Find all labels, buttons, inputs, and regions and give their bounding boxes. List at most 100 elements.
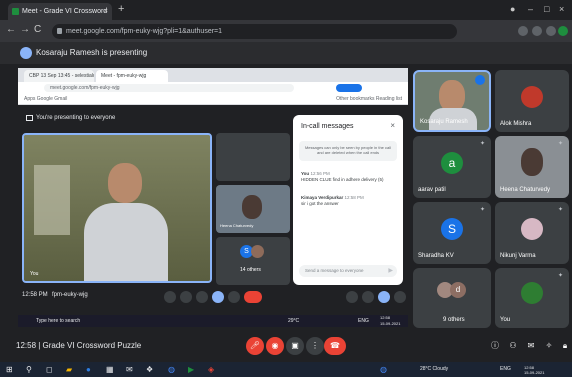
- heena-head: [242, 195, 262, 219]
- file-explorer-icon[interactable]: ▰: [66, 364, 72, 375]
- tile-name: Heena Chaturvedy: [500, 187, 551, 193]
- tile-heena-chaturvedy[interactable]: ✦ Heena Chaturvedy: [495, 136, 569, 198]
- bookmark-star-icon[interactable]: [532, 26, 542, 36]
- shared-cc-button: [196, 291, 208, 303]
- end-call-button[interactable]: ☎: [324, 337, 346, 355]
- heena-video-head: [521, 148, 543, 176]
- info-button[interactable]: ⓘ: [486, 337, 504, 355]
- presenting-text: Kosaraju Ramesh is presenting: [36, 48, 148, 57]
- pin-icon[interactable]: ✦: [558, 272, 563, 279]
- host-controls-icon: 🔒︎: [562, 341, 568, 350]
- tile-name: aarav patil: [418, 187, 446, 193]
- send-icon[interactable]: ▶: [388, 267, 393, 274]
- new-tab-button[interactable]: +: [118, 3, 124, 15]
- weather-widget[interactable]: 28°C Cloudy: [420, 366, 448, 372]
- chat-message-2: Kimaya Verdipurkar 12:58 PM sir i got th…: [301, 195, 396, 207]
- meet-app-icon[interactable]: ▶: [188, 364, 194, 375]
- system-clock[interactable]: 12:58 15-09-2021: [524, 365, 544, 375]
- shared-taskbar-clock: 12:58 15-09-2021: [380, 315, 401, 326]
- lock-button[interactable]: 🔒︎: [556, 337, 572, 355]
- shared-meet-code: fpm-euky-wjg: [52, 292, 88, 298]
- nikunj-avatar: [521, 218, 543, 240]
- present-button[interactable]: ▣: [286, 337, 304, 355]
- pin-icon[interactable]: ✦: [480, 140, 485, 147]
- main-video-name: You: [30, 271, 39, 277]
- window-light: [34, 165, 70, 235]
- others-count-label: 14 others: [240, 267, 261, 273]
- profile-avatar[interactable]: [558, 26, 568, 36]
- shared-time: 12:58 PM: [22, 292, 48, 298]
- tab-close-icon[interactable]: ×: [104, 3, 108, 20]
- chat-title: In-call messages: [301, 123, 354, 130]
- store-icon[interactable]: ▦: [106, 364, 114, 375]
- tile-name: Nikunj Varma: [500, 253, 536, 259]
- shared-end-call-button: [244, 291, 262, 303]
- chrome-icon[interactable]: ◍: [168, 364, 175, 375]
- chat-button[interactable]: ✉: [522, 337, 540, 355]
- shared-taskbar-lang: ENG: [358, 318, 369, 324]
- end-call-icon: ☎: [330, 341, 340, 350]
- pin-icon[interactable]: ✦: [480, 206, 485, 213]
- shared-tab-2: Meet - fpm-euky-wjg: [96, 70, 168, 82]
- info-icon: ⓘ: [491, 341, 499, 350]
- tile-alok-mishra[interactable]: Alok Mishra: [495, 70, 569, 132]
- shared-main-video: You: [22, 133, 212, 283]
- tile-others[interactable]: d 9 others: [413, 268, 491, 328]
- url-text: meet.google.com/fpm-euky-wjg?pli=1&authu…: [66, 28, 223, 35]
- minimize-button[interactable]: –: [528, 4, 533, 14]
- people-button[interactable]: ⚇: [504, 337, 522, 355]
- chat-input[interactable]: Send a message to everyone: [299, 265, 397, 277]
- you-avatar: [521, 282, 543, 304]
- mic-off-icon: 🎤︎: [249, 341, 261, 350]
- search-icon[interactable]: ⚲: [26, 364, 32, 375]
- chat-text: sir i got the answer: [301, 201, 339, 206]
- back-button[interactable]: ←: [6, 24, 16, 35]
- address-bar[interactable]: meet.google.com/fpm-euky-wjg?pli=1&authu…: [52, 24, 457, 39]
- camera-off-icon: ◉: [271, 341, 279, 350]
- shared-mic-button: [164, 291, 176, 303]
- edge-icon[interactable]: ●: [86, 364, 91, 375]
- tile-name: You: [500, 317, 511, 323]
- maximize-button[interactable]: □: [544, 4, 549, 14]
- forward-button[interactable]: →: [20, 24, 30, 35]
- shared-record-badge: [336, 84, 362, 92]
- shared-address-bar: meet.google.com/fpm-euky-wjg: [44, 84, 294, 92]
- pin-icon[interactable]: ✦: [558, 140, 563, 147]
- mic-button[interactable]: 🎤︎: [246, 337, 264, 355]
- shared-people-button: [362, 291, 374, 303]
- tile-kosaraju-ramesh[interactable]: Kosaraju Ramesh: [413, 70, 491, 132]
- extensions-icon[interactable]: [546, 26, 556, 36]
- shared-more-button: [228, 291, 240, 303]
- tile-you[interactable]: ✦ You: [495, 268, 569, 328]
- presenting-to-everyone-text: You're presenting to everyone: [36, 115, 116, 121]
- language-indicator[interactable]: ENG: [500, 366, 511, 372]
- reload-button[interactable]: C: [34, 24, 41, 35]
- tile-aarav-patil[interactable]: a ✦ aarav patil: [413, 136, 491, 198]
- close-window-button[interactable]: ×: [559, 4, 564, 14]
- camera-button[interactable]: ◉: [266, 337, 284, 355]
- camera-permission-icon[interactable]: [518, 26, 528, 36]
- chat-close-icon[interactable]: ×: [390, 121, 395, 130]
- app-icon[interactable]: ◈: [208, 364, 214, 375]
- windows-start-icon[interactable]: ⊞: [6, 364, 13, 375]
- tile-name: Sharadha KV: [418, 253, 454, 259]
- chat-message-1: You 12:56 PM HIDDEN CLUE find in adhere …: [301, 171, 396, 183]
- mail-icon[interactable]: ✉: [126, 364, 133, 375]
- people-icon: ⚇: [509, 341, 517, 350]
- present-icon: ▣: [291, 341, 299, 350]
- shared-search-box: Type here to search: [36, 318, 81, 324]
- chat-icon: ✉: [527, 341, 535, 350]
- tile-sharadha-kv[interactable]: S ✦ Sharadha KV: [413, 202, 491, 264]
- more-options-button[interactable]: ⋮: [306, 337, 324, 355]
- browser-tab-meet[interactable]: Meet - Grade VI Crossword ×: [8, 3, 112, 20]
- pin-icon[interactable]: ✦: [558, 206, 563, 213]
- task-view-icon[interactable]: ◻: [46, 364, 53, 375]
- chat-sender: You: [301, 171, 310, 176]
- shared-small-tile-name: Heena Chaturvedy: [220, 223, 254, 228]
- tile-nikunj-varma[interactable]: ✦ Nikunj Varma: [495, 202, 569, 264]
- profile-icon[interactable]: ●: [510, 4, 515, 14]
- shared-bookmarks-right: Other bookmarks Reading list: [336, 96, 402, 102]
- teams-icon[interactable]: ❖: [146, 364, 153, 375]
- aarav-avatar: a: [441, 152, 463, 174]
- tray-chrome-icon[interactable]: ◍: [380, 364, 387, 375]
